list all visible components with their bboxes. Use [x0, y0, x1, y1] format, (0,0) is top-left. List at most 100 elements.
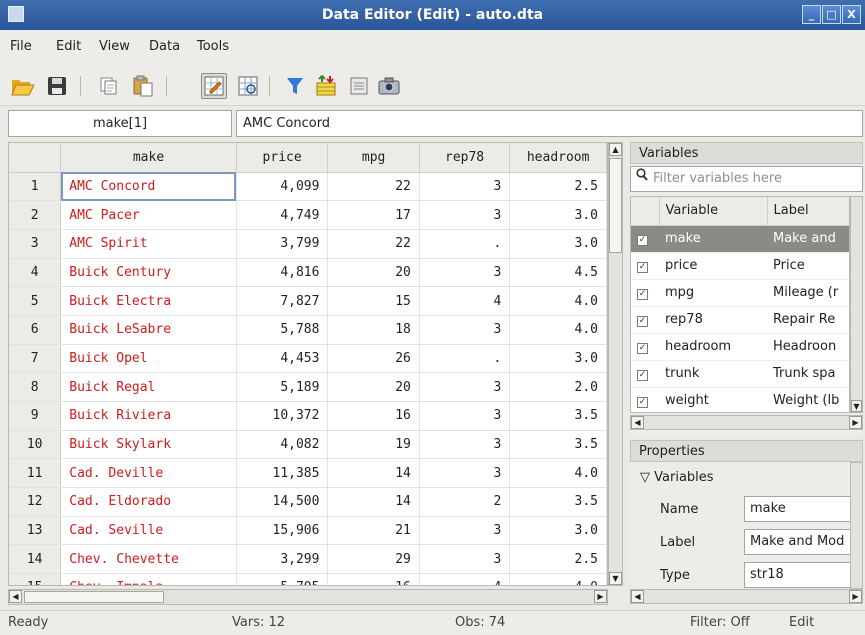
- cell-mpg[interactable]: 26: [327, 344, 420, 374]
- table-row[interactable]: 8 Buick Regal 5,189 20 3 2.0: [9, 372, 607, 402]
- row-number[interactable]: 14: [9, 544, 62, 575]
- cell-mpg[interactable]: 16: [327, 573, 420, 585]
- variable-row[interactable]: ✓ mpg Mileage (r: [631, 279, 849, 307]
- table-row[interactable]: 3 AMC Spirit 3,799 22. 3.0: [9, 229, 607, 259]
- cell-reference-field[interactable]: make[1]: [8, 110, 232, 137]
- cell-make[interactable]: AMC Pacer: [60, 200, 237, 230]
- cell-mpg[interactable]: 20: [327, 258, 420, 288]
- cell-rep78[interactable]: .: [419, 344, 511, 374]
- scroll-right-arrow[interactable]: ▶: [849, 416, 862, 429]
- cell-headroom[interactable]: 3.5: [509, 487, 607, 517]
- cell-rep78[interactable]: 3: [419, 200, 511, 230]
- variables-manager-icon[interactable]: [313, 73, 339, 99]
- cell-rep78[interactable]: 3: [419, 401, 511, 431]
- cell-rep78[interactable]: 3: [419, 315, 511, 345]
- cell-mpg[interactable]: 22: [327, 172, 420, 202]
- cell-price[interactable]: 5,705: [236, 573, 329, 585]
- cell-make[interactable]: Buick Skylark: [60, 430, 237, 460]
- row-number[interactable]: 4: [9, 258, 62, 288]
- table-row[interactable]: 2 AMC Pacer 4,749 17 3 3.0: [9, 200, 607, 230]
- variable-checkbox[interactable]: ✓: [631, 306, 659, 334]
- scroll-down-arrow[interactable]: ▼: [609, 572, 622, 585]
- cell-rep78[interactable]: 4: [419, 286, 511, 316]
- cell-mpg[interactable]: 14: [327, 458, 420, 489]
- open-icon[interactable]: [10, 73, 36, 99]
- label-field[interactable]: Make and Mod: [744, 529, 854, 555]
- scroll-down-arrow[interactable]: ▼: [851, 400, 862, 412]
- row-number[interactable]: 7: [9, 344, 62, 374]
- cell-rep78[interactable]: .: [419, 229, 511, 259]
- table-row[interactable]: 15Chev. Impala5,7051644.0: [9, 573, 607, 585]
- browse-mode-icon[interactable]: [235, 73, 261, 99]
- cell-headroom[interactable]: 3.0: [509, 229, 607, 259]
- variable-checkbox[interactable]: ✓: [631, 333, 659, 361]
- cell-mpg[interactable]: 18: [327, 315, 420, 345]
- cell-price[interactable]: 4,099: [236, 172, 329, 202]
- cell-make[interactable]: Cad. Deville: [60, 458, 237, 489]
- cell-mpg[interactable]: 14: [327, 487, 420, 517]
- cell-price[interactable]: 3,299: [236, 544, 329, 575]
- cell-rep78[interactable]: 3: [419, 516, 511, 546]
- menu-data[interactable]: Data: [149, 30, 180, 64]
- properties-icon[interactable]: [346, 73, 372, 99]
- cell-make[interactable]: Cad. Eldorado: [60, 487, 237, 517]
- cell-mpg[interactable]: 17: [327, 200, 420, 230]
- scroll-left-arrow[interactable]: ◀: [9, 590, 22, 603]
- cell-rep78[interactable]: 3: [419, 430, 511, 460]
- column-header-rep78[interactable]: rep78: [419, 143, 511, 173]
- table-row[interactable]: 1 AMC Concord 4,099 22 3 2.5: [9, 172, 607, 202]
- variables-section-toggle[interactable]: ▽ Variables: [640, 470, 714, 485]
- row-number[interactable]: 13: [9, 516, 62, 546]
- cell-make[interactable]: Buick LeSabre: [60, 315, 237, 345]
- label-column-header[interactable]: Label: [767, 197, 849, 226]
- cell-price[interactable]: 4,453: [236, 344, 329, 374]
- cell-mpg[interactable]: 20: [327, 372, 420, 402]
- variable-row[interactable]: ✓ trunk Trunk spa: [631, 360, 849, 388]
- type-field[interactable]: str18: [744, 562, 854, 588]
- variable-checkbox[interactable]: ✓: [631, 387, 659, 412]
- cell-headroom[interactable]: 4.0: [509, 315, 607, 345]
- variable-row[interactable]: ✓ weight Weight (lb: [631, 387, 849, 412]
- maximize-button[interactable]: □: [822, 5, 841, 24]
- cell-price[interactable]: 14,500: [236, 487, 329, 517]
- properties-horizontal-scrollbar[interactable]: ◀ ▶: [630, 589, 863, 604]
- row-number[interactable]: 15: [9, 573, 62, 585]
- cell-mpg[interactable]: 22: [327, 229, 420, 259]
- row-number[interactable]: 2: [9, 200, 62, 230]
- variable-row[interactable]: ✓ headroom Headroon: [631, 333, 849, 361]
- table-row[interactable]: 10 Buick Skylark 4,082 19 3 3.5: [9, 430, 607, 460]
- cell-headroom[interactable]: 2.0: [509, 372, 607, 402]
- cell-make[interactable]: Buick Electra: [60, 286, 237, 316]
- cell-price[interactable]: 11,385: [236, 458, 329, 489]
- variable-row[interactable]: ✓ price Price: [631, 252, 849, 280]
- cell-price[interactable]: 4,749: [236, 200, 329, 230]
- row-number[interactable]: 10: [9, 430, 62, 460]
- scroll-left-arrow[interactable]: ◀: [631, 590, 644, 603]
- cell-price[interactable]: 4,816: [236, 258, 329, 288]
- column-header-headroom[interactable]: headroom: [509, 143, 607, 173]
- cell-price[interactable]: 7,827: [236, 286, 329, 316]
- row-number[interactable]: 6: [9, 315, 62, 345]
- cell-mpg[interactable]: 16: [327, 401, 420, 431]
- cell-price[interactable]: 5,189: [236, 372, 329, 402]
- filter-icon[interactable]: [282, 73, 308, 99]
- cell-headroom[interactable]: 3.5: [509, 430, 607, 460]
- cell-make[interactable]: Buick Riviera: [60, 401, 237, 431]
- scroll-left-arrow[interactable]: ◀: [631, 416, 644, 429]
- cell-headroom[interactable]: 3.0: [509, 516, 607, 546]
- cell-mpg[interactable]: 21: [327, 516, 420, 546]
- variable-row[interactable]: ✓ make Make and: [631, 225, 849, 253]
- variables-horizontal-scrollbar[interactable]: ◀ ▶: [630, 415, 863, 430]
- cell-rep78[interactable]: 4: [419, 573, 511, 585]
- snapshot-icon[interactable]: [376, 73, 402, 99]
- cell-value-field[interactable]: AMC Concord: [236, 110, 863, 137]
- row-number[interactable]: 12: [9, 487, 62, 517]
- cell-mpg[interactable]: 19: [327, 430, 420, 460]
- cell-make[interactable]: Chev. Impala: [60, 573, 237, 585]
- corner-cell[interactable]: [9, 143, 62, 173]
- variable-column-header[interactable]: Variable: [659, 197, 768, 226]
- cell-headroom[interactable]: 3.0: [509, 200, 607, 230]
- variable-checkbox[interactable]: ✓: [631, 360, 659, 388]
- menu-view[interactable]: View: [99, 30, 130, 64]
- row-number[interactable]: 11: [9, 458, 62, 489]
